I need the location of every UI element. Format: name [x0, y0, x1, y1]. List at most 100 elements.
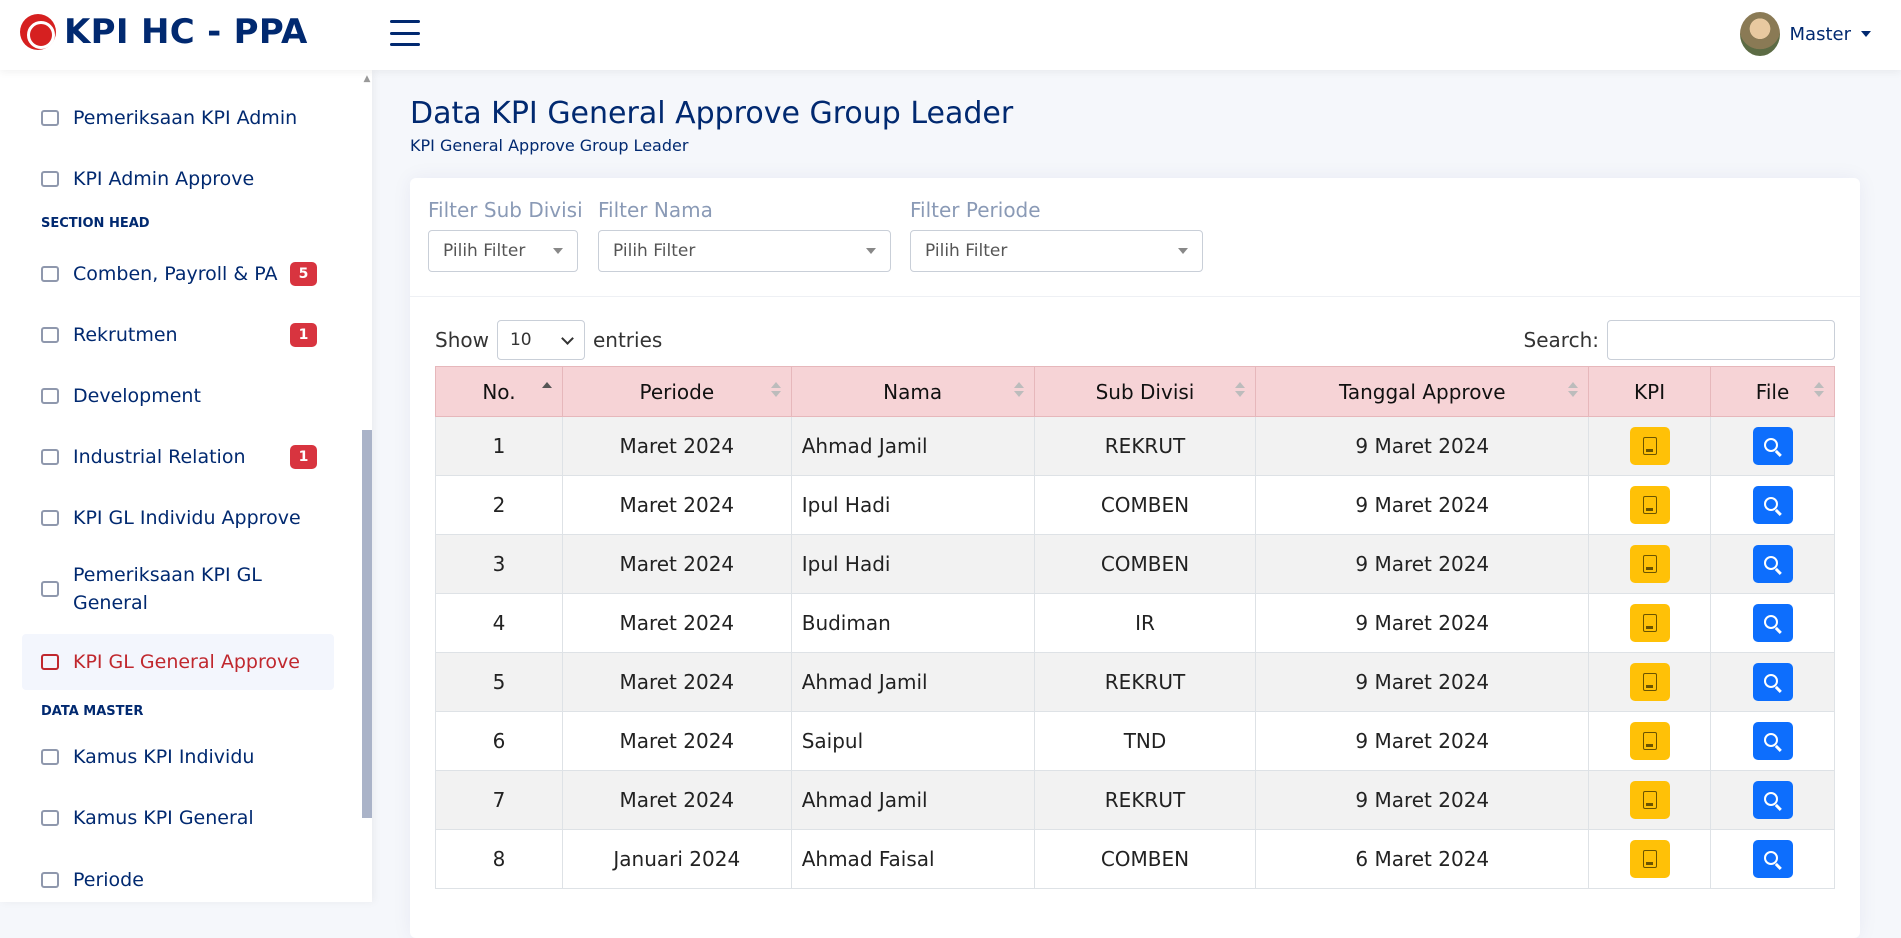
kpi-pdf-button[interactable]	[1629, 604, 1670, 642]
cell-kpi	[1588, 829, 1712, 889]
filter-sub-divisi: Filter Sub Divisi Pilih Filter	[428, 198, 583, 272]
show-label: Show	[435, 328, 489, 352]
brand[interactable]: KPI HC - PPA	[20, 12, 308, 52]
cell-no: 5	[435, 652, 563, 712]
sidebar-item-comben[interactable]: Comben, Payroll & PA 5	[22, 254, 334, 294]
sidebar-item-industrial-relation[interactable]: Industrial Relation 1	[22, 437, 334, 477]
sidebar-item-label: Kamus KPI Individu	[73, 746, 255, 768]
calendar-icon	[41, 872, 59, 888]
pdf-icon	[1642, 791, 1657, 809]
pdf-icon	[1642, 555, 1657, 573]
column-header-tanggal-approve[interactable]: Tanggal Approve	[1255, 366, 1590, 417]
search-icon	[1764, 437, 1779, 452]
cell-file	[1710, 416, 1835, 476]
layers-icon	[41, 510, 59, 526]
pdf-icon	[1642, 614, 1657, 632]
select-value: Pilih Filter	[613, 241, 696, 261]
sidebar-item-kamus-kpi-general[interactable]: Kamus KPI General	[22, 798, 334, 838]
entries-value: 10	[509, 330, 532, 350]
column-header-periode[interactable]: Periode	[561, 366, 792, 417]
cell-nama: Ahmad Jamil	[790, 416, 1035, 476]
view-file-button[interactable]	[1752, 486, 1793, 524]
sidebar-scrollbar[interactable]: ▲	[362, 70, 372, 902]
cell-nama: Ahmad Jamil	[790, 652, 1035, 712]
view-file-button[interactable]	[1752, 604, 1793, 642]
search-input[interactable]	[1607, 320, 1835, 360]
layers-icon	[41, 327, 59, 343]
sidebar: Pemeriksaan KPI Admin KPI Admin Approve …	[0, 70, 372, 902]
column-header-no[interactable]: No.	[435, 366, 563, 417]
cell-nama: Ipul Hadi	[790, 475, 1035, 535]
filter-nama-select[interactable]: Pilih Filter	[598, 230, 891, 272]
sidebar-item-pemeriksaan-kpi-admin[interactable]: Pemeriksaan KPI Admin	[22, 98, 334, 138]
kpi-pdf-button[interactable]	[1629, 663, 1670, 701]
cell-tanggal-approve: 9 Maret 2024	[1255, 475, 1590, 535]
section-heading: SECTION HEAD	[41, 216, 150, 231]
avatar[interactable]	[1739, 12, 1780, 56]
dropdown-arrow-icon	[866, 248, 876, 254]
view-file-button[interactable]	[1752, 840, 1793, 878]
filter-label: Filter Nama	[598, 198, 713, 222]
pdf-icon	[1642, 496, 1657, 514]
cell-no: 2	[435, 475, 563, 535]
column-header-kpi[interactable]: KPI	[1588, 366, 1712, 417]
filter-sub-divisi-select[interactable]: Pilih Filter	[428, 230, 578, 272]
entries-select[interactable]: 10	[496, 320, 585, 360]
sidebar-item-rekrutmen[interactable]: Rekrutmen 1	[22, 315, 334, 355]
sidebar-item-kpi-admin-approve[interactable]: KPI Admin Approve	[22, 159, 334, 199]
cell-nama: Ipul Hadi	[790, 534, 1035, 594]
cell-kpi	[1588, 593, 1712, 653]
cell-periode: Maret 2024	[561, 416, 792, 476]
search-icon	[1764, 732, 1779, 747]
top-header: KPI HC - PPA Master	[0, 0, 1901, 70]
cell-file	[1710, 534, 1835, 594]
cell-tanggal-approve: 9 Maret 2024	[1255, 770, 1590, 830]
search-icon	[1764, 850, 1779, 865]
column-header-sub-divisi[interactable]: Sub Divisi	[1033, 366, 1257, 417]
scroll-up-icon[interactable]: ▲	[362, 74, 372, 84]
filter-periode-select[interactable]: Pilih Filter	[910, 230, 1203, 272]
user-menu[interactable]: Master	[1739, 12, 1871, 56]
table-header-row: No. Periode Nama Sub Divisi Tanggal Appr…	[435, 366, 1835, 417]
menu-toggle-icon[interactable]	[390, 20, 420, 46]
table-row: 7 Maret 2024 Ahmad Jamil REKRUT 9 Maret 2024	[435, 770, 1835, 830]
view-file-button[interactable]	[1752, 722, 1793, 760]
sidebar-item-kpi-gl-individu-approve[interactable]: KPI GL Individu Approve	[22, 498, 334, 538]
cell-file	[1710, 593, 1835, 653]
layers-icon	[41, 266, 59, 282]
caret-down-icon[interactable]	[1861, 31, 1871, 37]
view-file-button[interactable]	[1752, 427, 1793, 465]
view-file-button[interactable]	[1752, 781, 1793, 819]
app-title: KPI HC - PPA	[64, 12, 308, 52]
cell-periode: Maret 2024	[561, 711, 792, 771]
layers-icon	[41, 388, 59, 404]
sidebar-item-periode[interactable]: Periode	[22, 860, 334, 900]
kpi-pdf-button[interactable]	[1629, 722, 1670, 760]
kpi-pdf-button[interactable]	[1629, 781, 1670, 819]
section-heading: DATA MASTER	[41, 704, 144, 719]
kpi-pdf-button[interactable]	[1629, 840, 1670, 878]
cell-kpi	[1588, 652, 1712, 712]
table-row: 1 Maret 2024 Ahmad Jamil REKRUT 9 Maret 2024	[435, 416, 1835, 476]
logo-icon	[20, 14, 56, 50]
user-name[interactable]: Master	[1790, 24, 1851, 45]
cell-no: 1	[435, 416, 563, 476]
sidebar-item-kamus-kpi-individu[interactable]: Kamus KPI Individu	[22, 737, 334, 777]
book-icon	[41, 810, 59, 826]
scrollbar-thumb[interactable]	[362, 430, 372, 818]
cell-file	[1710, 652, 1835, 712]
dropdown-arrow-icon	[553, 248, 563, 254]
view-file-button[interactable]	[1752, 545, 1793, 583]
kpi-pdf-button[interactable]	[1629, 545, 1670, 583]
column-header-file[interactable]: File	[1710, 366, 1835, 417]
sidebar-item-kpi-gl-general-approve[interactable]: KPI GL General Approve	[22, 634, 334, 690]
sidebar-item-development[interactable]: Development	[22, 376, 334, 416]
kpi-pdf-button[interactable]	[1629, 486, 1670, 524]
cell-periode: Maret 2024	[561, 652, 792, 712]
column-header-nama[interactable]: Nama	[790, 366, 1035, 417]
sidebar-item-pemeriksaan-kpi-gl-general[interactable]: Pemeriksaan KPI GL General	[22, 556, 334, 622]
kpi-pdf-button[interactable]	[1629, 427, 1670, 465]
table-row: 4 Maret 2024 Budiman IR 9 Maret 2024	[435, 593, 1835, 653]
view-file-button[interactable]	[1752, 663, 1793, 701]
cell-tanggal-approve: 9 Maret 2024	[1255, 711, 1590, 771]
